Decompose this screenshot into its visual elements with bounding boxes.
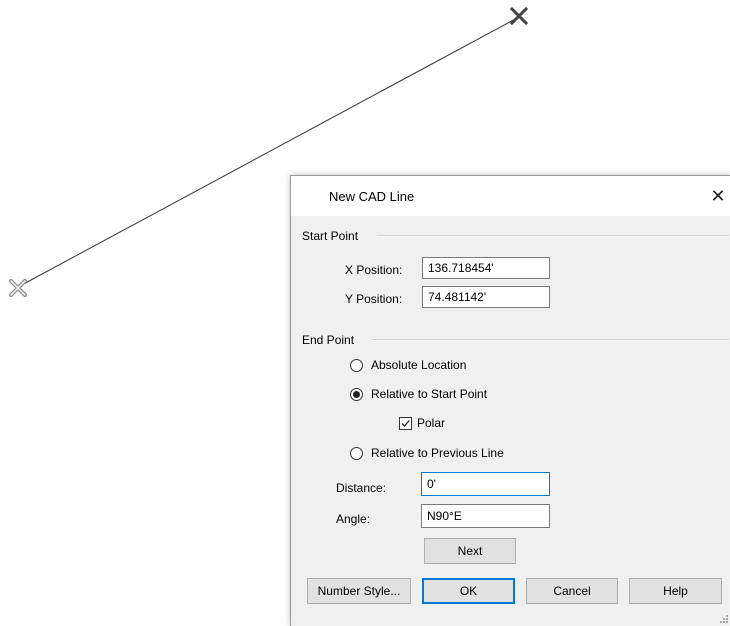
radio-relative-to-start-point[interactable]: Relative to Start Point [350, 387, 487, 401]
new-cad-line-dialog: New CAD Line ✕ Start Point X Position: Y… [290, 175, 730, 626]
next-button[interactable]: Next [424, 538, 516, 564]
radio-button[interactable] [350, 446, 363, 460]
radio-absolute-location-label: Absolute Location [371, 358, 467, 372]
angle-label: Angle: [336, 512, 371, 526]
y-position-label: Y Position: [345, 292, 403, 306]
x-position-field[interactable] [422, 257, 550, 279]
checkmark-icon [401, 419, 410, 427]
distance-label: Distance: [336, 481, 387, 495]
ok-button[interactable]: OK [422, 578, 515, 604]
checkbox-checked[interactable] [399, 416, 412, 430]
start-marker-icon[interactable] [9, 279, 27, 297]
radio-button-selected[interactable] [350, 387, 363, 401]
close-icon[interactable]: ✕ [705, 183, 730, 209]
angle-field[interactable] [421, 504, 550, 528]
end-point-group-label: End Point [302, 333, 355, 347]
dialog-title: New CAD Line [329, 189, 415, 204]
cancel-button[interactable]: Cancel [526, 578, 618, 604]
start-point-group-label: Start Point [302, 229, 359, 243]
help-button[interactable]: Help [629, 578, 722, 604]
radio-button[interactable] [350, 358, 363, 372]
radio-relative-to-start-point-label: Relative to Start Point [371, 387, 488, 401]
start-point-divider [377, 235, 729, 237]
end-marker-icon[interactable] [509, 6, 529, 26]
radio-relative-to-previous-line-label: Relative to Previous Line [371, 446, 504, 460]
number-style-button[interactable]: Number Style... [307, 578, 411, 604]
y-position-field[interactable] [422, 286, 550, 308]
title-bar[interactable]: New CAD Line ✕ [291, 176, 730, 216]
polar-label: Polar [417, 416, 446, 430]
x-position-label: X Position: [345, 263, 403, 277]
distance-field[interactable] [421, 472, 550, 496]
radio-absolute-location[interactable]: Absolute Location [350, 358, 466, 372]
radio-relative-to-previous-line[interactable]: Relative to Previous Line [350, 446, 504, 460]
polar-checkbox[interactable]: Polar [399, 416, 445, 430]
resize-grip-icon[interactable] [717, 612, 729, 624]
end-point-divider [373, 339, 729, 341]
